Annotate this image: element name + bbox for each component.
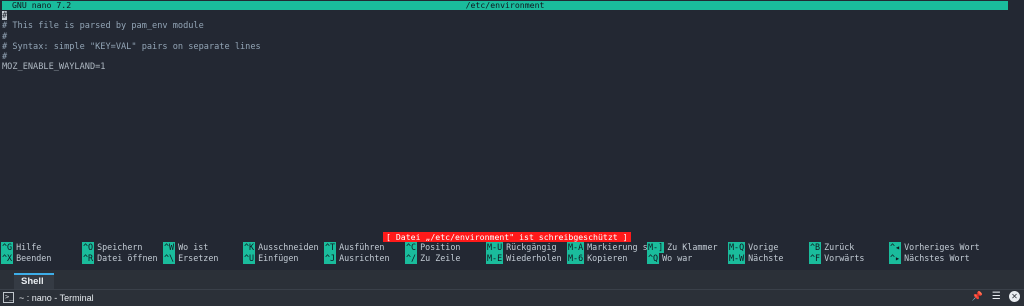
window-controls: 📌 ☰ ✕ [971, 291, 1020, 305]
shortcut-save[interactable]: ^O Speichern [82, 242, 142, 253]
nano-title-bar: GNU nano 7.2 /etc/environment [2, 1, 1008, 10]
shortcut-undo[interactable]: M-U Rückgängig [486, 242, 557, 253]
shortcut-label: Zurück [824, 242, 855, 252]
tab-shell[interactable]: Shell [14, 273, 54, 289]
editor-area[interactable]: # # This file is parsed by pam_env modul… [2, 11, 1002, 73]
file-name: /etc/environment [465, 0, 545, 10]
terminal-window[interactable]: GNU nano 7.2 /etc/environment # # This f… [0, 0, 1024, 270]
pin-icon[interactable]: 📌 [971, 292, 982, 302]
shortcut-cut[interactable]: ^K Ausschneiden [243, 242, 319, 253]
shortcut-where-is[interactable]: ^W Wo ist [163, 242, 208, 253]
shortcut-key: ^R [82, 253, 95, 264]
shortcut-where-was[interactable]: ^Q Wo war [647, 253, 692, 264]
shortcut-next[interactable]: M-W Nächste [728, 253, 783, 264]
shortcut-label: Hilfe [16, 242, 42, 252]
shortcut-label: Nächstes Wort [904, 253, 970, 263]
taskbar: >_ ~ : nano - Terminal 📌 ☰ ✕ [0, 290, 1024, 306]
shortcut-key: ^G [1, 242, 14, 253]
shortcut-redo[interactable]: M-E Wiederholen [486, 253, 562, 264]
shortcut-help[interactable]: ^G Hilfe [1, 242, 41, 253]
shortcut-label: Position [420, 242, 461, 252]
shortcut-key: ^T [324, 242, 337, 253]
shortcut-key: ^◂ [889, 242, 902, 253]
shortcut-key: ^U [243, 253, 256, 264]
shortcut-key: ^O [82, 242, 95, 253]
shortcut-copy[interactable]: M-6 Kopieren [567, 253, 627, 264]
editor-line[interactable]: # This file is parsed by pam_env module [2, 21, 1002, 31]
shortcut-key: ^\ [163, 253, 176, 264]
shortcut-label: Einfügen [258, 253, 299, 263]
shortcut-key: ^C [405, 242, 418, 253]
shortcut-label: Ausrichten [339, 253, 390, 263]
shortcut-key: ^X [1, 253, 14, 264]
terminal-icon[interactable]: >_ [3, 292, 14, 303]
text-cursor: # [2, 11, 8, 21]
shortcut-previous[interactable]: M-Q Vorige [728, 242, 778, 253]
shortcut-key: ^Q [647, 253, 660, 264]
editor-line[interactable]: # [2, 52, 1002, 62]
shortcut-read-file[interactable]: ^R Datei öffnen [82, 253, 158, 264]
shortcut-label: Rückgängig [506, 242, 557, 252]
shortcut-key: ^K [243, 242, 256, 253]
shortcut-label: Speichern [97, 242, 143, 252]
shortcut-label: Wo war [662, 253, 693, 263]
shortcut-label: Wo ist [178, 242, 209, 252]
close-icon[interactable]: ✕ [1009, 291, 1020, 302]
shortcut-key: ^F [809, 253, 822, 264]
shortcut-key: ^B [809, 242, 822, 253]
shortcut-label: Ausschneiden [258, 242, 319, 252]
shortcut-label: Datei öffnen [97, 253, 158, 263]
shortcut-position[interactable]: ^C Position [405, 242, 460, 253]
shortcut-back[interactable]: ^B Zurück [809, 242, 854, 253]
shortcut-label: Nächste [748, 253, 784, 263]
shortcut-key: ^▸ [889, 253, 902, 264]
shortcut-exit[interactable]: ^X Beenden [1, 253, 51, 264]
editor-line[interactable]: # [2, 32, 1002, 42]
shortcut-label: Vorige [748, 242, 779, 252]
shortcut-label: Ersetzen [178, 253, 219, 263]
tab-bar: Shell [0, 270, 1024, 290]
shortcut-label: Ausführen [339, 242, 385, 252]
shortcut-next-word[interactable]: ^▸ Nächstes Wort [889, 253, 970, 264]
shortcut-label: Wiederholen [506, 253, 562, 263]
shortcut-justify[interactable]: ^J Ausrichten [324, 253, 390, 264]
shortcut-to-bracket[interactable]: M-] Zu Klammer [647, 242, 718, 253]
shortcut-replace[interactable]: ^\ Ersetzen [163, 253, 218, 264]
shortcut-execute[interactable]: ^T Ausführen [324, 242, 384, 253]
shortcut-paste[interactable]: ^U Einfügen [243, 253, 298, 264]
shortcut-go-to-line[interactable]: ^/Zu Zeile [405, 253, 460, 264]
shortcut-key: M-W [728, 253, 746, 264]
shortcut-key: M-A [567, 242, 585, 253]
editor-line[interactable]: # [2, 11, 1002, 21]
shortcut-label: Markierung se [587, 242, 653, 252]
editor-line[interactable]: MOZ_ENABLE_WAYLAND=1 [2, 62, 1002, 72]
shortcut-label: Zu Zeile [420, 253, 461, 263]
task-title[interactable]: ~ : nano - Terminal [19, 292, 94, 304]
shortcut-label: Kopieren [587, 253, 628, 263]
shortcut-key: M-6 [567, 253, 585, 264]
editor-line[interactable]: # Syntax: simple "KEY=VAL" pairs on sepa… [2, 42, 1002, 52]
shortcut-mark[interactable]: M-A Markierung se [567, 242, 653, 253]
shortcut-key: M-E [486, 253, 504, 264]
shortcut-key: ^/ [405, 253, 418, 264]
shortcut-key: ^J [324, 253, 337, 264]
shortcut-label: Zu Klammer [667, 242, 718, 252]
shortcut-prev-word[interactable]: ^◂ Vorheriges Wort [889, 242, 980, 253]
shortcut-label: Vorwärts [824, 253, 865, 263]
shortcut-label: Beenden [16, 253, 52, 263]
shortcut-key: M-U [486, 242, 504, 253]
shortcut-bar: ^G Hilfe ^O Speichern ^W Wo ist ^K Ausschnei… [0, 242, 1024, 264]
status-message: [ Datei „/etc/environment" ist schreibge… [383, 232, 631, 242]
bottom-panel: Shell >_ ~ : nano - Terminal 📌 ☰ ✕ [0, 270, 1024, 306]
shortcut-key: M-Q [728, 242, 746, 253]
hamburger-menu-icon[interactable]: ☰ [992, 291, 1001, 302]
shortcut-label: Vorheriges Wort [904, 242, 980, 252]
shortcut-key: ^W [163, 242, 176, 253]
shortcut-forward[interactable]: ^F Vorwärts [809, 253, 864, 264]
shortcut-key: M-] [647, 242, 665, 253]
